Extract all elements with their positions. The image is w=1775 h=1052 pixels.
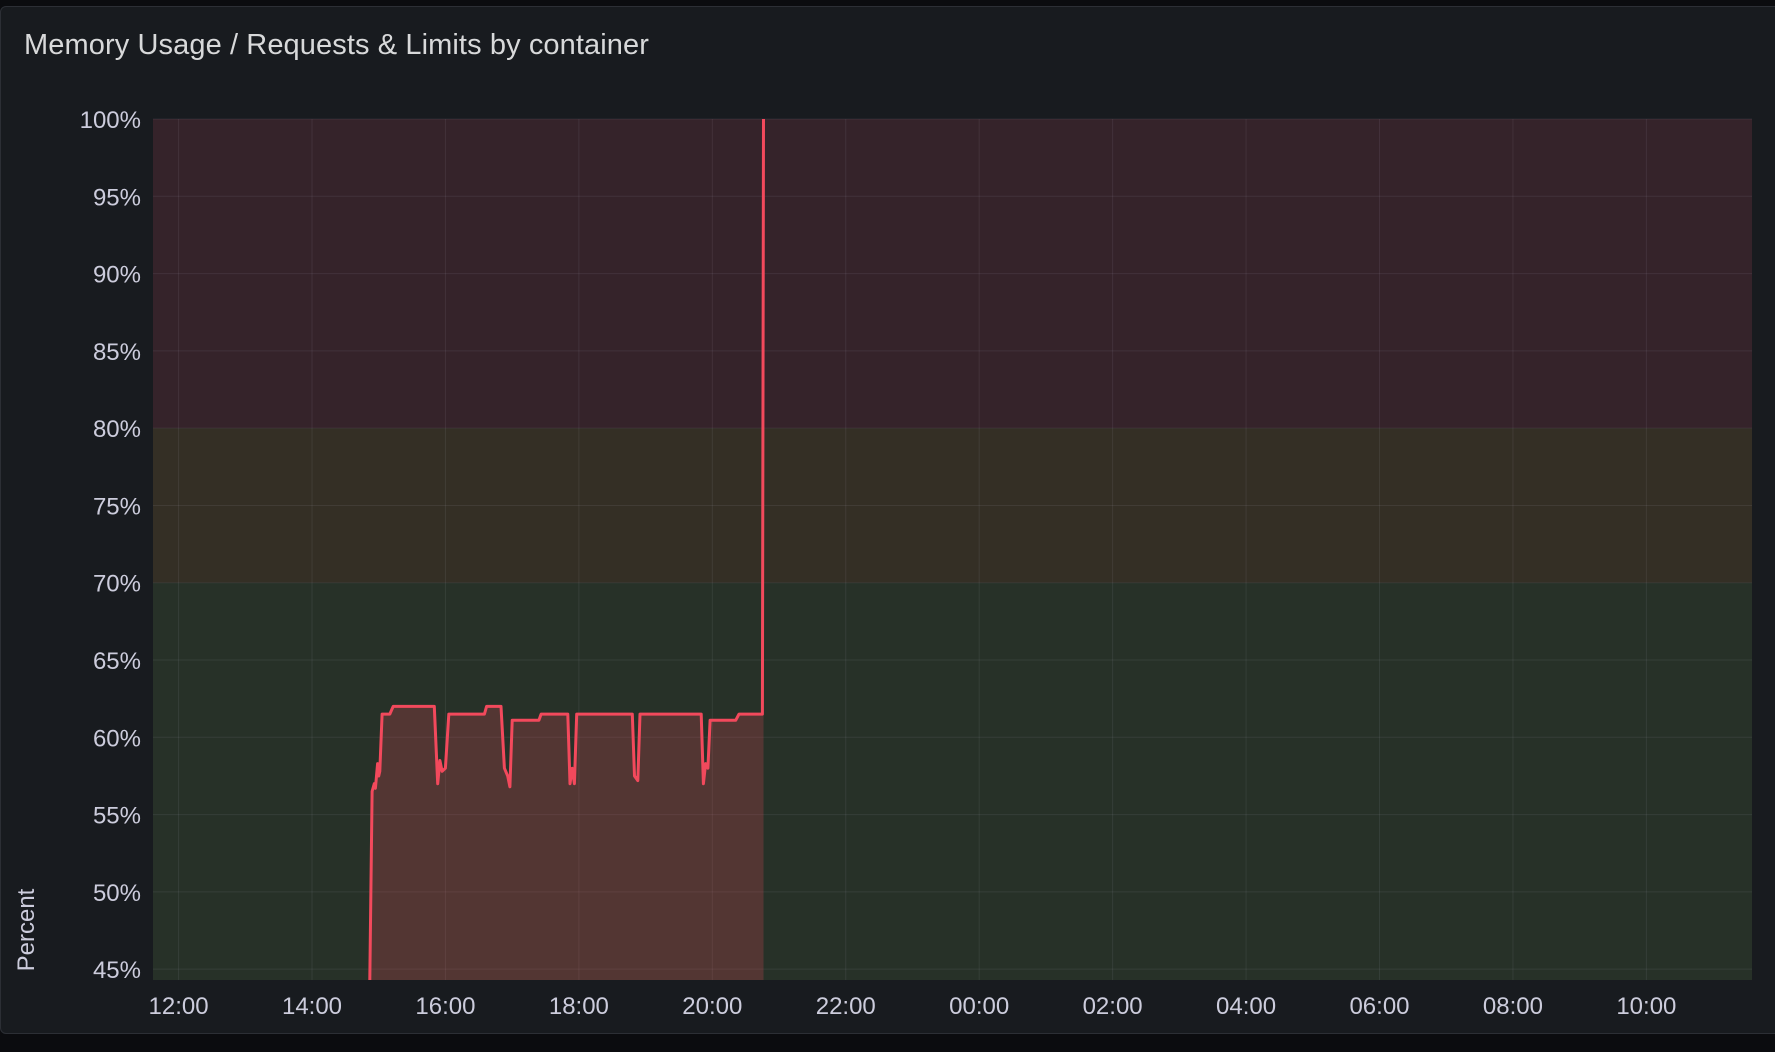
y-tick-label-1: 95% (93, 184, 141, 211)
x-tick-label-8: 04:00 (1216, 993, 1276, 1020)
x-tick-label-6: 00:00 (949, 993, 1009, 1020)
x-tick-label-5: 22:00 (816, 993, 876, 1020)
x-axis-ticks: 12:00 14:00 16:00 18:00 20:00 22:00 00:00 02:00… (149, 993, 1677, 1020)
y-tick-label-2: 90% (93, 262, 141, 289)
x-tick-label-2: 16:00 (415, 993, 475, 1020)
x-tick-label-7: 02:00 (1083, 993, 1143, 1020)
y-tick-label-4: 80% (93, 416, 141, 443)
x-tick-label-0: 12:00 (149, 993, 209, 1020)
x-tick-label-1: 14:00 (282, 993, 342, 1020)
x-tick-label-10: 08:00 (1483, 993, 1543, 1020)
y-axis-ticks: 100% 95% 90% 85% 80% 75% 70% 65% 60% 55% 50% 45% (80, 107, 141, 984)
y-tick-label-11: 45% (93, 957, 141, 984)
x-tick-label-3: 18:00 (549, 993, 609, 1020)
y-tick-label-9: 55% (93, 803, 141, 830)
y-axis-label: Percent (13, 888, 40, 971)
y-tick-label-10: 50% (93, 880, 141, 907)
x-tick-label-4: 20:00 (682, 993, 742, 1020)
y-tick-label-8: 60% (93, 725, 141, 752)
y-tick-label-6: 70% (93, 571, 141, 598)
y-tick-label-0: 100% (80, 107, 141, 134)
y-tick-label-7: 65% (93, 648, 141, 675)
memory-usage-chart: 100% 95% 90% 85% 80% 75% 70% 65% 60% 55% 50% 45% 12… (13, 107, 1752, 1020)
x-tick-label-9: 06:00 (1349, 993, 1409, 1020)
y-tick-label-3: 85% (93, 339, 141, 366)
y-tick-label-5: 75% (93, 493, 141, 520)
x-tick-label-11: 10:00 (1616, 993, 1676, 1020)
